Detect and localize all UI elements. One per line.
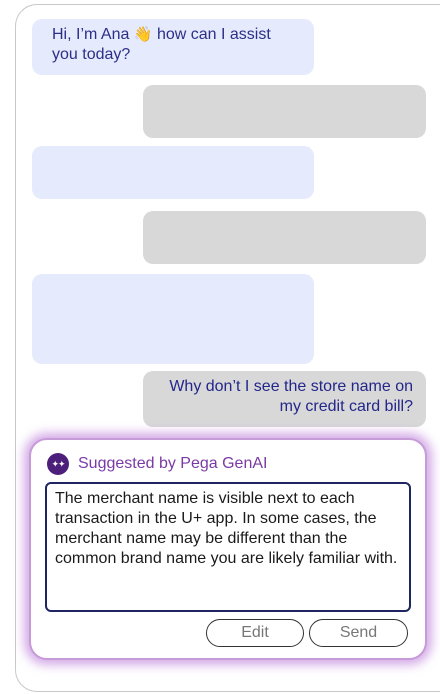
user-question-text: Why don’t I see the store name on my cre…	[169, 378, 413, 415]
suggestion-title: Suggested by Pega GenAI	[78, 455, 268, 472]
sparkle-icon: ✦✦	[47, 453, 69, 475]
bot-message-placeholder	[32, 146, 314, 199]
bot-message-greeting: Hi, I’m Ana 👋 how can I assist you today…	[32, 19, 314, 75]
send-button[interactable]: Send	[309, 619, 408, 647]
greeting-text: Hi, I’m Ana	[52, 26, 130, 43]
user-message-question: Why don’t I see the store name on my cre…	[143, 371, 426, 427]
edit-button[interactable]: Edit	[206, 619, 304, 647]
suggestion-header: ✦✦ Suggested by Pega GenAI	[47, 452, 267, 476]
user-message-placeholder	[143, 85, 426, 138]
bot-message-placeholder	[32, 274, 314, 364]
genai-suggestion-card: ✦✦ Suggested by Pega GenAI The merchant …	[29, 438, 427, 660]
user-message-placeholder	[143, 211, 426, 264]
suggestion-text-box[interactable]: The merchant name is visible next to eac…	[45, 482, 411, 612]
waving-hand-icon: 👋	[133, 26, 153, 43]
